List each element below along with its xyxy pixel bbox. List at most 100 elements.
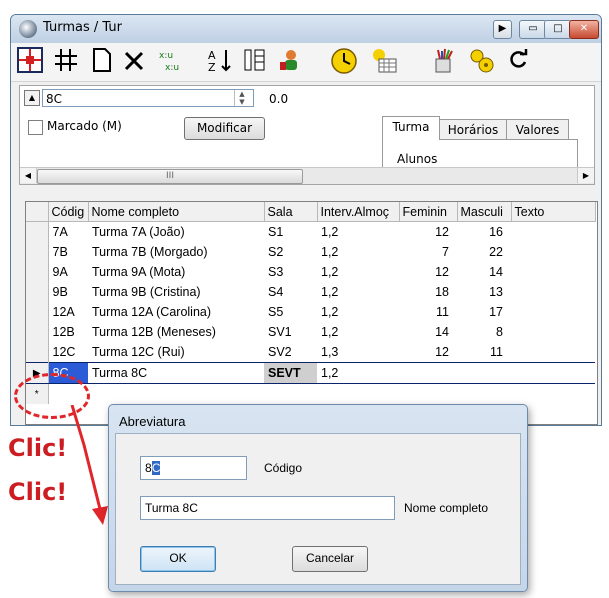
table-row[interactable]: 7A Turma 7A (João) S1 1,2 12 16 [26,221,595,243]
cell-texto[interactable] [511,322,595,342]
cell-feminino[interactable]: 12 [399,342,457,363]
cell-sala[interactable]: SEVT [264,362,317,384]
cell-feminino[interactable]: 7 [399,242,457,262]
row-indicator[interactable] [26,262,49,282]
empty-cell[interactable] [457,384,511,405]
nome-completo-input[interactable]: Turma 8C [140,496,395,520]
cell-interv[interactable]: 1,2 [317,222,399,243]
table-row[interactable]: 12C Turma 12C (Rui) SV2 1,3 12 11 [26,342,595,363]
column-header-texto[interactable]: Texto [511,202,596,222]
cell-sala[interactable]: SV1 [264,322,317,342]
refresh-icon[interactable] [503,47,533,77]
person-icon[interactable] [275,47,305,77]
cell-codigo[interactable]: 7A [48,222,88,243]
cell-codigo[interactable]: 12B [48,322,88,342]
cell-texto[interactable] [511,242,595,262]
cell-feminino[interactable]: 14 [399,322,457,342]
cell-nome[interactable]: Turma 12A (Carolina) [88,302,264,322]
calendar-icon[interactable] [369,47,399,77]
cell-feminino[interactable] [399,362,457,384]
cell-interv[interactable]: 1,2 [317,262,399,282]
row-indicator[interactable] [26,302,49,322]
title-bar[interactable]: Turmas / Tur ▶ ▭ □ ✕ [11,15,601,44]
cell-texto[interactable] [511,222,595,243]
column-header-masculino[interactable]: Masculi [457,202,512,222]
new-document-icon[interactable] [87,47,117,77]
table-row[interactable]: 12A Turma 12A (Carolina) S5 1,2 11 17 [26,302,595,322]
cell-nome[interactable]: Turma 7A (João) [88,222,264,243]
cell-texto[interactable] [511,262,595,282]
cell-sala[interactable]: SV2 [264,342,317,363]
table-row[interactable]: 7B Turma 7B (Morgado) S2 1,2 7 22 [26,242,595,262]
cell-codigo[interactable]: 9A [48,262,88,282]
minimize-button[interactable]: ▭ [519,20,547,39]
empty-cell[interactable] [399,384,457,405]
cell-codigo[interactable]: 7B [48,242,88,262]
cell-feminino[interactable]: 12 [399,222,457,243]
table-row[interactable]: 12B Turma 12B (Meneses) SV1 1,2 14 8 [26,322,595,342]
tab-horarios[interactable]: Horários [439,119,507,140]
system-menu-button[interactable]: ▶ [493,20,512,39]
cell-nome[interactable]: Turma 9B (Cristina) [88,282,264,302]
cell-codigo[interactable]: 9B [48,282,88,302]
scroll-left-arrow-icon[interactable]: ◀ [20,168,37,183]
cell-feminino[interactable]: 18 [399,282,457,302]
columns-icon[interactable] [239,47,269,77]
navigate-up-button[interactable]: ▲ [24,90,40,106]
marcado-checkbox[interactable] [28,120,43,135]
cell-masculino[interactable]: 14 [457,262,511,282]
spin-control[interactable]: ▲ ▼ [234,90,249,106]
cell-texto[interactable] [511,282,595,302]
ok-button[interactable]: OK [140,546,216,572]
empty-cell[interactable] [88,384,264,405]
row-indicator[interactable] [26,322,49,342]
new-record-row[interactable]: * [26,383,595,405]
cell-masculino[interactable]: 8 [457,322,511,342]
cell-masculino[interactable]: 11 [457,342,511,363]
cell-interv[interactable]: 1,2 [317,282,399,302]
cell-texto[interactable] [511,362,595,384]
clock-icon[interactable] [329,47,359,77]
close-button[interactable]: ✕ [569,20,599,39]
column-header-feminino[interactable]: Feminin [399,202,458,222]
cancel-button[interactable]: Cancelar [292,546,368,572]
scroll-right-arrow-icon[interactable]: ▶ [577,168,594,183]
cell-sala[interactable]: S1 [264,222,317,243]
table-row[interactable]: 9A Turma 9A (Mota) S3 1,2 12 14 [26,262,595,282]
cell-nome[interactable]: Turma 12B (Meneses) [88,322,264,342]
column-header-codigo[interactable]: Códig [48,202,89,222]
cell-feminino[interactable]: 12 [399,262,457,282]
maximize-button[interactable]: □ [544,20,572,39]
delete-icon[interactable] [119,47,149,77]
cell-nome[interactable]: Turma 9A (Mota) [88,262,264,282]
sort-az-icon[interactable]: AZ [205,47,235,77]
empty-cell[interactable] [511,384,595,405]
cell-feminino[interactable]: 11 [399,302,457,322]
empty-cell[interactable] [264,384,317,405]
cell-interv[interactable]: 1,3 [317,342,399,363]
paint-icon[interactable] [431,47,461,77]
row-indicator[interactable] [26,221,49,242]
cell-nome[interactable]: Turma 12C (Rui) [88,342,264,363]
cell-masculino[interactable] [457,362,511,384]
modificar-button[interactable]: Modificar [184,117,265,140]
tab-turma[interactable]: Turma [382,116,440,140]
empty-cell[interactable] [317,384,399,405]
column-header-sala[interactable]: Sala [264,202,318,222]
cell-sala[interactable]: S2 [264,242,317,262]
column-header-nome[interactable]: Nome completo [88,202,265,222]
code-field[interactable]: 8C [42,89,254,107]
sort-columns-icon[interactable]: x:u x:u [155,47,185,77]
cell-interv[interactable]: 1,2 [317,322,399,342]
cell-sala[interactable]: S4 [264,282,317,302]
cell-interv[interactable]: 1,2 [317,362,399,384]
cell-masculino[interactable]: 17 [457,302,511,322]
cell-interv[interactable]: 1,2 [317,242,399,262]
scroll-thumb[interactable]: III [37,169,303,184]
cell-sala[interactable]: S3 [264,262,317,282]
cell-masculino[interactable]: 22 [457,242,511,262]
codigo-input[interactable]: 8C [140,456,247,480]
hash-icon[interactable] [51,47,81,77]
grid-select-icon[interactable] [15,47,45,77]
cell-texto[interactable] [511,302,595,322]
